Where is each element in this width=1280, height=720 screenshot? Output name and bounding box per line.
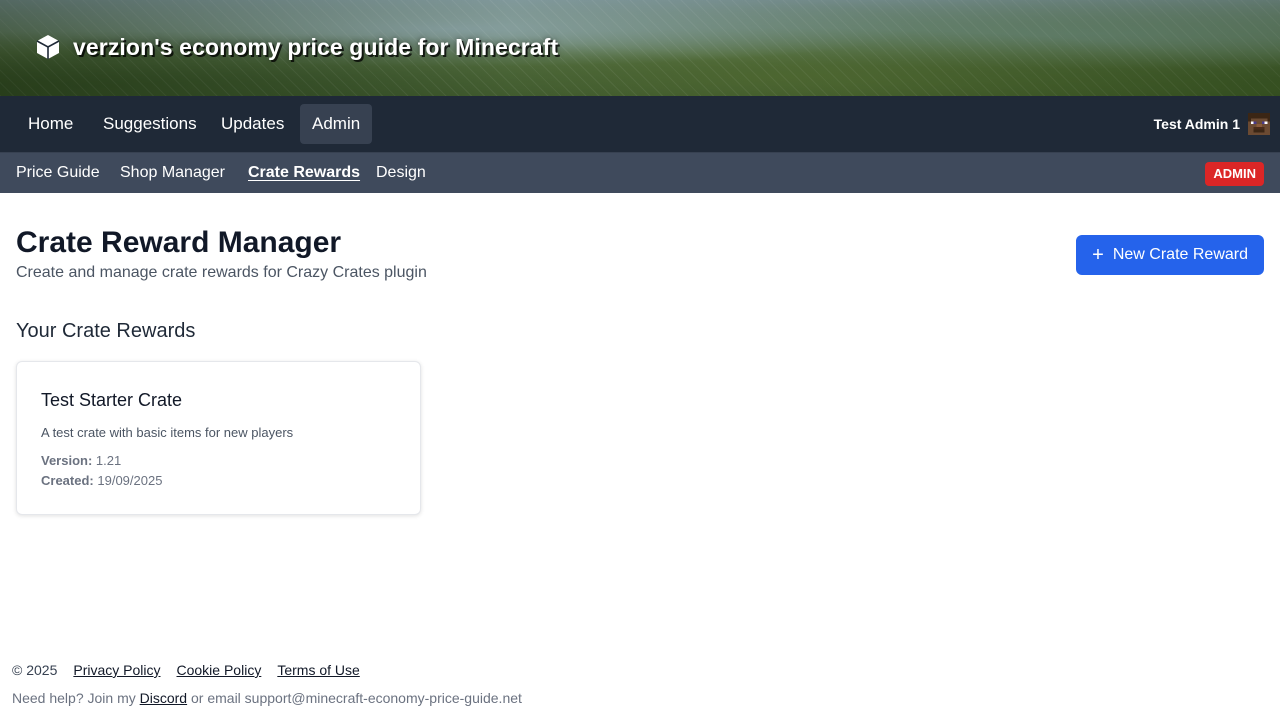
nav-item-home[interactable]: Home (16, 104, 85, 144)
footer-links: © 2025 Privacy Policy Cookie Policy Term… (12, 662, 360, 678)
page-title: Crate Reward Manager (16, 226, 342, 259)
footer-help-prefix: Need help? Join my (12, 690, 136, 706)
subnav-item-shop-manager[interactable]: Shop Manager (120, 153, 225, 193)
subnav-item-crate-rewards[interactable]: Crate Rewards (248, 153, 360, 193)
site-banner: verzion's economy price guide for Minecr… (0, 0, 1280, 96)
card-description: A test crate with basic items for new pl… (41, 425, 294, 440)
card-version-value: 1.21 (95, 453, 122, 468)
card-version-label: Version: (41, 453, 93, 468)
privacy-policy-link[interactable]: Privacy Policy (73, 662, 160, 678)
new-crate-reward-label: New Crate Reward (1112, 246, 1248, 263)
user-menu[interactable]: Test Admin 1 (1154, 109, 1270, 139)
footer-copyright: © 2025 (12, 662, 58, 678)
plus-icon: + (1092, 244, 1104, 266)
primary-nav: Home Suggestions Updates Admin Test Admi… (0, 96, 1280, 153)
card-created-label: Created: (41, 473, 94, 488)
footer-help-suffix: or email support@minecraft-economy-price… (191, 690, 522, 706)
nav-item-admin[interactable]: Admin (300, 104, 373, 144)
discord-link[interactable]: Discord (140, 690, 187, 706)
cube-icon (34, 33, 62, 61)
user-name: Test Admin 1 (1153, 116, 1240, 132)
footer-help: Need help? Join my Discord or email supp… (12, 690, 522, 706)
card-created-value: 19/09/2025 (97, 473, 163, 488)
nav-item-suggestions[interactable]: Suggestions (91, 104, 209, 144)
new-crate-reward-button[interactable]: + New Crate Reward (1076, 235, 1264, 275)
cookie-policy-link[interactable]: Cookie Policy (177, 662, 262, 678)
crate-reward-card[interactable]: Test Starter Crate A test crate with bas… (16, 361, 421, 515)
steve-avatar-icon (1248, 113, 1270, 135)
section-title: Your Crate Rewards (16, 320, 196, 342)
site-title: verzion's economy price guide for Minecr… (73, 33, 559, 60)
page-subtitle: Create and manage crate rewards for Craz… (16, 264, 427, 281)
card-title: Test Starter Crate (41, 390, 183, 410)
site-brand[interactable]: verzion's economy price guide for Minecr… (34, 33, 558, 61)
subnav-item-price-guide[interactable]: Price Guide (16, 153, 100, 193)
admin-subnav: Price Guide Shop Manager Crate Rewards D… (0, 153, 1280, 193)
card-created: Created: 19/09/2025 (41, 473, 162, 488)
subnav-item-design[interactable]: Design (376, 153, 426, 193)
nav-item-updates[interactable]: Updates (209, 104, 296, 144)
terms-of-use-link[interactable]: Terms of Use (277, 662, 359, 678)
card-version: Version: 1.21 (41, 453, 121, 468)
admin-badge: ADMIN (1205, 162, 1264, 186)
